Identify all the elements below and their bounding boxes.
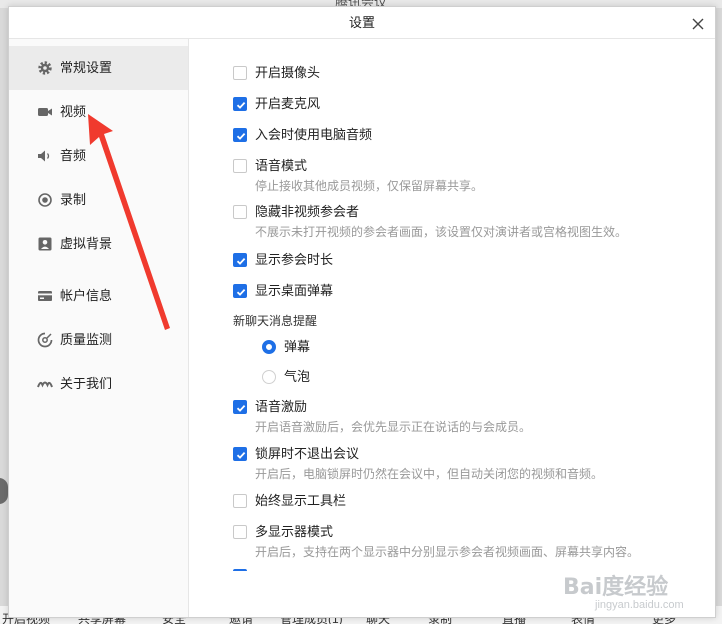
option-description: 开启语音激励后，会优先显示正在说话的与会成员。 [255, 420, 532, 434]
mic-checkbox[interactable] [233, 97, 247, 111]
checkmark-icon [236, 101, 246, 109]
sidebar-item-audio[interactable]: 音频 [9, 134, 188, 178]
portrait-icon [38, 237, 52, 251]
option-description: 开启后，电脑锁屏时仍然在会议中，但自动关闭您的视频和音频。 [255, 467, 604, 481]
lock-screen-checkbox[interactable] [233, 447, 247, 461]
watermark-sub-text: jingyan.baidu.com [595, 599, 684, 611]
sidebar-item-general[interactable]: 常规设置 [9, 46, 188, 90]
option-description: 停止接收其他成员视频，仅保留屏幕共享。 [255, 179, 484, 193]
option-label: 始终显示工具栏 [255, 493, 347, 508]
camera-checkbox[interactable] [233, 66, 247, 80]
option-label: 语音激励 [255, 399, 308, 414]
settings-sidebar: 常规设置 视频 音频 录制 虚拟背景 帐户信息 质量监测 关于我们 [9, 39, 189, 617]
checkmark-icon [236, 451, 246, 459]
option-label: 多显示器模式 [255, 524, 334, 539]
close-icon [692, 18, 704, 30]
pc-audio-checkbox[interactable] [233, 128, 247, 142]
desktop-barrage-checkbox[interactable] [233, 284, 247, 298]
dialog-titlebar: 设置 [9, 7, 715, 39]
sidebar-item-quality[interactable]: 质量监测 [9, 318, 188, 362]
baidu-watermark: Bai度经验 jingyan.baidu.com [561, 569, 711, 617]
always-toolbar-checkbox[interactable] [233, 494, 247, 508]
barrage-radio[interactable] [262, 340, 276, 354]
option-description: 开启后，支持在两个显示器中分别显示参会者视频画面、屏幕共享内容。 [255, 545, 640, 559]
option-label: 气泡 [284, 369, 311, 384]
checkmark-icon [236, 404, 246, 412]
monitor-icon [37, 332, 53, 348]
watermark-main-text: Bai度经验 [563, 575, 669, 600]
sidebar-item-label: 录制 [60, 192, 87, 207]
multi-display-checkbox[interactable] [233, 525, 247, 539]
settings-dialog: 设置 常规设置 视频 音频 录制 虚拟背景 帐户信息 质量监测 关于我们 开启摄… [8, 6, 716, 618]
option-description: 不展示未打开视频的参会者画面，该设置仅对演讲者或宫格视图生效。 [255, 225, 628, 239]
background-side-handle[interactable] [0, 478, 8, 504]
hide-nonvideo-checkbox[interactable] [233, 205, 247, 219]
sidebar-item-video[interactable]: 视频 [9, 90, 188, 134]
option-label: 锁屏时不退出会议 [255, 446, 360, 461]
sidebar-item-record[interactable]: 录制 [9, 178, 188, 222]
about-icon [37, 381, 53, 388]
record-icon [38, 193, 52, 207]
option-label: 显示桌面弹幕 [255, 283, 334, 298]
chat-reminder-heading: 新聊天消息提醒 [233, 314, 318, 328]
option-label: 显示参会时长 [255, 252, 334, 267]
sidebar-item-account[interactable]: 帐户信息 [9, 274, 188, 318]
camera-icon [38, 108, 52, 116]
sidebar-item-virtual-background[interactable]: 虚拟背景 [9, 222, 188, 266]
settings-content: 开启摄像头 开启麦克风 入会时使用电脑音频 语音模式 停止接收其他成员视频，仅保… [189, 39, 715, 571]
option-label: 入会时使用电脑音频 [255, 127, 373, 142]
sidebar-item-label: 帐户信息 [60, 288, 113, 303]
sidebar-item-label: 视频 [60, 104, 87, 119]
voice-mode-checkbox[interactable] [233, 159, 247, 173]
bubble-radio[interactable] [262, 370, 276, 384]
option-label: 语音模式 [255, 158, 308, 173]
speaker-icon [38, 150, 50, 162]
sidebar-item-label: 质量监测 [60, 332, 113, 347]
sidebar-item-about[interactable]: 关于我们 [9, 362, 188, 406]
sidebar-item-label: 音频 [60, 148, 87, 163]
voice-excite-checkbox[interactable] [233, 400, 247, 414]
option-label: 开启麦克风 [255, 96, 321, 111]
option-label: 开启摄像头 [255, 65, 321, 80]
card-icon [38, 291, 52, 301]
close-button[interactable] [689, 13, 707, 31]
gear-icon [38, 61, 52, 75]
dialog-title: 设置 [348, 15, 375, 30]
checkmark-icon [236, 257, 246, 265]
option-label: 隐藏非视频参会者 [255, 204, 360, 219]
checkmark-icon [236, 288, 246, 296]
sidebar-item-label: 关于我们 [60, 376, 113, 391]
sidebar-item-label: 虚拟背景 [60, 236, 113, 251]
cutoff-checkbox[interactable] [233, 569, 247, 571]
option-label: 弹幕 [284, 339, 311, 354]
show-duration-checkbox[interactable] [233, 253, 247, 267]
sidebar-item-label: 常规设置 [60, 60, 113, 75]
checkmark-icon [236, 132, 246, 140]
